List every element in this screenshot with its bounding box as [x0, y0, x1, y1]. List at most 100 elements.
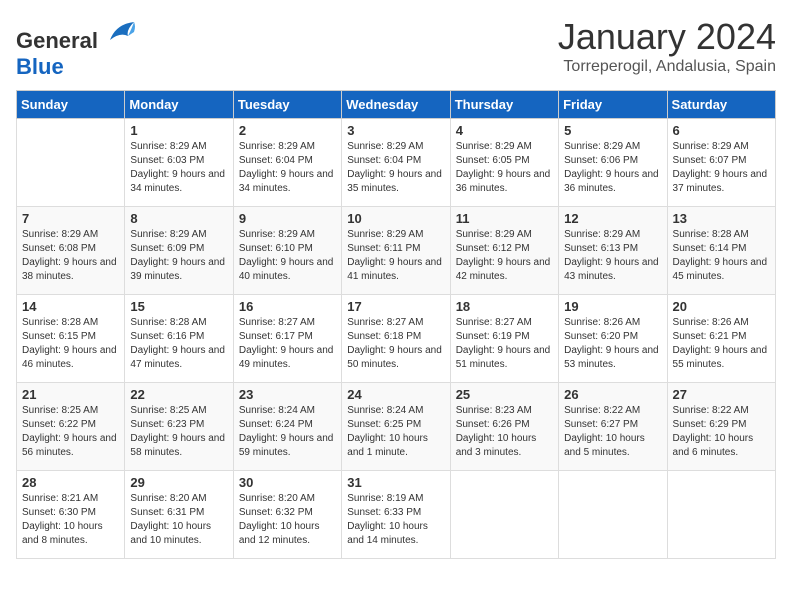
day-info: Sunrise: 8:25 AMSunset: 6:23 PMDaylight:…	[130, 404, 227, 460]
day-info: Sunrise: 8:28 AMSunset: 6:16 PMDaylight:…	[130, 316, 227, 372]
calendar-cell: 4 Sunrise: 8:29 AMSunset: 6:05 PMDaylight…	[450, 119, 558, 207]
calendar-cell: 13Sunrise: 8:28 AMSunset: 6:14 PMDayligh…	[667, 207, 775, 295]
day-info: Sunrise: 8:26 AMSunset: 6:21 PMDaylight:…	[673, 316, 770, 372]
week-row-2: 7 Sunrise: 8:29 AMSunset: 6:08 PMDaylight…	[17, 207, 776, 295]
weekday-header-wednesday: Wednesday	[342, 91, 450, 119]
day-info: Sunrise: 8:27 AMSunset: 6:19 PMDaylight:…	[456, 316, 553, 372]
weekday-header-thursday: Thursday	[450, 91, 558, 119]
day-number: 21	[22, 387, 119, 402]
week-row-4: 21Sunrise: 8:25 AMSunset: 6:22 PMDayligh…	[17, 383, 776, 471]
calendar-cell: 28 Sunrise: 8:21 AMSunset: 6:30 PMDayligh…	[17, 471, 125, 559]
day-number: 23	[239, 387, 336, 402]
day-info: Sunrise: 8:29 AMSunset: 6:10 PMDaylight:…	[239, 228, 336, 284]
day-number: 16	[239, 299, 336, 314]
calendar-cell: 27Sunrise: 8:22 AMSunset: 6:29 PMDayligh…	[667, 383, 775, 471]
day-number: 22	[130, 387, 227, 402]
day-number: 9	[239, 211, 336, 226]
calendar-cell: 9 Sunrise: 8:29 AMSunset: 6:10 PMDaylight…	[233, 207, 341, 295]
day-number: 26	[564, 387, 661, 402]
day-info: Sunrise: 8:29 AMSunset: 6:03 PMDaylight:…	[130, 140, 227, 196]
calendar-cell: 5Sunrise: 8:29 AMSunset: 6:06 PMDaylight…	[559, 119, 667, 207]
day-number: 17	[347, 299, 444, 314]
weekday-header-saturday: Saturday	[667, 91, 775, 119]
calendar-cell: 6 Sunrise: 8:29 AMSunset: 6:07 PMDaylight…	[667, 119, 775, 207]
week-row-1: 1 Sunrise: 8:29 AMSunset: 6:03 PMDaylight…	[17, 119, 776, 207]
day-info: Sunrise: 8:29 AMSunset: 6:07 PMDaylight:…	[673, 140, 770, 196]
day-number: 31	[347, 475, 444, 490]
weekday-header-tuesday: Tuesday	[233, 91, 341, 119]
calendar-cell: 12Sunrise: 8:29 AMSunset: 6:13 PMDayligh…	[559, 207, 667, 295]
calendar-cell: 11 Sunrise: 8:29 AMSunset: 6:12 PMDayligh…	[450, 207, 558, 295]
day-number: 3	[347, 123, 444, 138]
day-number: 1	[130, 123, 227, 138]
logo-general: General	[16, 28, 98, 53]
day-number: 7	[22, 211, 119, 226]
day-number: 4	[456, 123, 553, 138]
day-info: Sunrise: 8:29 AMSunset: 6:08 PMDaylight:…	[22, 228, 119, 284]
day-info: Sunrise: 8:24 AMSunset: 6:25 PMDaylight:…	[347, 404, 444, 460]
location-subtitle: Torreperogil, Andalusia, Spain	[558, 58, 776, 76]
day-number: 29	[130, 475, 227, 490]
day-number: 15	[130, 299, 227, 314]
calendar-cell: 18 Sunrise: 8:27 AMSunset: 6:19 PMDayligh…	[450, 295, 558, 383]
week-row-3: 14 Sunrise: 8:28 AMSunset: 6:15 PMDayligh…	[17, 295, 776, 383]
day-number: 18	[456, 299, 553, 314]
day-number: 2	[239, 123, 336, 138]
day-info: Sunrise: 8:29 AMSunset: 6:09 PMDaylight:…	[130, 228, 227, 284]
day-number: 14	[22, 299, 119, 314]
logo: General Blue	[16, 16, 138, 80]
calendar-cell	[17, 119, 125, 207]
day-info: Sunrise: 8:23 AMSunset: 6:26 PMDaylight:…	[456, 404, 553, 460]
day-info: Sunrise: 8:24 AMSunset: 6:24 PMDaylight:…	[239, 404, 336, 460]
day-info: Sunrise: 8:29 AMSunset: 6:05 PMDaylight:…	[456, 140, 553, 196]
day-info: Sunrise: 8:29 AMSunset: 6:12 PMDaylight:…	[456, 228, 553, 284]
day-number: 11	[456, 211, 553, 226]
weekday-header-monday: Monday	[125, 91, 233, 119]
calendar-cell: 16 Sunrise: 8:27 AMSunset: 6:17 PMDayligh…	[233, 295, 341, 383]
day-info: Sunrise: 8:20 AMSunset: 6:31 PMDaylight:…	[130, 492, 227, 548]
day-info: Sunrise: 8:26 AMSunset: 6:20 PMDaylight:…	[564, 316, 661, 372]
calendar-cell: 7 Sunrise: 8:29 AMSunset: 6:08 PMDaylight…	[17, 207, 125, 295]
day-info: Sunrise: 8:28 AMSunset: 6:14 PMDaylight:…	[673, 228, 770, 284]
day-info: Sunrise: 8:29 AMSunset: 6:11 PMDaylight:…	[347, 228, 444, 284]
month-year-title: January 2024	[558, 16, 776, 58]
calendar-cell: 23 Sunrise: 8:24 AMSunset: 6:24 PMDayligh…	[233, 383, 341, 471]
calendar-cell: 17 Sunrise: 8:27 AMSunset: 6:18 PMDayligh…	[342, 295, 450, 383]
weekday-header-sunday: Sunday	[17, 91, 125, 119]
logo-blue: Blue	[16, 54, 64, 79]
day-info: Sunrise: 8:28 AMSunset: 6:15 PMDaylight:…	[22, 316, 119, 372]
calendar-cell: 19 Sunrise: 8:26 AMSunset: 6:20 PMDayligh…	[559, 295, 667, 383]
calendar-cell: 21Sunrise: 8:25 AMSunset: 6:22 PMDayligh…	[17, 383, 125, 471]
day-info: Sunrise: 8:19 AMSunset: 6:33 PMDaylight:…	[347, 492, 444, 548]
day-number: 27	[673, 387, 770, 402]
day-number: 6	[673, 123, 770, 138]
weekday-header-friday: Friday	[559, 91, 667, 119]
calendar-cell: 24Sunrise: 8:24 AMSunset: 6:25 PMDayligh…	[342, 383, 450, 471]
calendar-cell	[450, 471, 558, 559]
logo-bird-icon	[106, 16, 138, 48]
day-info: Sunrise: 8:27 AMSunset: 6:18 PMDaylight:…	[347, 316, 444, 372]
page-header: General Blue January 2024 Torreperogil, …	[16, 16, 776, 80]
calendar-table: SundayMondayTuesdayWednesdayThursdayFrid…	[16, 90, 776, 559]
day-info: Sunrise: 8:21 AMSunset: 6:30 PMDaylight:…	[22, 492, 119, 548]
day-number: 28	[22, 475, 119, 490]
day-info: Sunrise: 8:22 AMSunset: 6:27 PMDaylight:…	[564, 404, 661, 460]
calendar-cell	[667, 471, 775, 559]
day-info: Sunrise: 8:27 AMSunset: 6:17 PMDaylight:…	[239, 316, 336, 372]
calendar-cell: 30Sunrise: 8:20 AMSunset: 6:32 PMDayligh…	[233, 471, 341, 559]
logo-text: General Blue	[16, 16, 138, 80]
day-number: 12	[564, 211, 661, 226]
day-number: 5	[564, 123, 661, 138]
calendar-cell: 15 Sunrise: 8:28 AMSunset: 6:16 PMDayligh…	[125, 295, 233, 383]
day-info: Sunrise: 8:29 AMSunset: 6:04 PMDaylight:…	[239, 140, 336, 196]
calendar-cell: 31 Sunrise: 8:19 AMSunset: 6:33 PMDayligh…	[342, 471, 450, 559]
calendar-cell: 20Sunrise: 8:26 AMSunset: 6:21 PMDayligh…	[667, 295, 775, 383]
day-info: Sunrise: 8:29 AMSunset: 6:04 PMDaylight:…	[347, 140, 444, 196]
calendar-cell: 29 Sunrise: 8:20 AMSunset: 6:31 PMDayligh…	[125, 471, 233, 559]
calendar-cell	[559, 471, 667, 559]
day-number: 10	[347, 211, 444, 226]
calendar-cell: 14 Sunrise: 8:28 AMSunset: 6:15 PMDayligh…	[17, 295, 125, 383]
calendar-cell: 10 Sunrise: 8:29 AMSunset: 6:11 PMDayligh…	[342, 207, 450, 295]
day-number: 30	[239, 475, 336, 490]
day-number: 19	[564, 299, 661, 314]
